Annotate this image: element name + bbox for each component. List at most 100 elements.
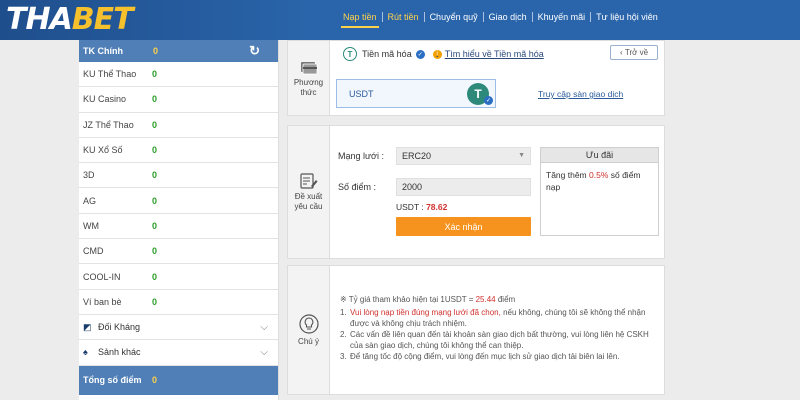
balance-row: KU Thể Thao 0 xyxy=(79,62,278,88)
balance-value: 0 xyxy=(152,170,158,181)
balance-row: COOL-IN 0 xyxy=(79,264,278,290)
balance-row: Ví ban bè 0 xyxy=(79,290,278,315)
note-text: Để tăng tốc độ cộng điểm, vui lòng đến m… xyxy=(350,351,620,362)
balance-row: KU Xổ Số 0 xyxy=(79,138,278,164)
notes-panel: Chú ý ※ Tỷ giá tham khảo hiện tại 1USDT … xyxy=(287,265,665,395)
balance-row: KU Casino 0 xyxy=(79,87,278,113)
balance-row: JZ Thể Thao 0 xyxy=(79,113,278,138)
balance-value: 0 xyxy=(152,145,158,156)
note-number: 1. xyxy=(340,308,347,317)
balance-label: COOL-IN xyxy=(83,271,121,282)
nav-withdraw[interactable]: Rút tiền xyxy=(383,12,425,22)
verified-icon: ✓ xyxy=(415,49,425,59)
thabet-logo[interactable]: THA BET xyxy=(6,1,134,37)
nav-member-info[interactable]: Tư liệu hội viên xyxy=(591,12,663,22)
selected-check-icon: ✓ xyxy=(484,96,493,105)
exchange-link[interactable]: Truy cập sàn giao dịch xyxy=(538,89,623,99)
request-side: Đề xuất yêu cầu xyxy=(288,126,330,258)
network-select-value: ERC20 xyxy=(402,151,432,161)
versus-group-toggle[interactable]: ◩ Đối Kháng ⌵ xyxy=(79,315,278,341)
promo-percent: 0.5% xyxy=(589,170,609,180)
tether-small-icon: T xyxy=(343,47,357,61)
balance-label: KU Thể Thao xyxy=(83,69,137,80)
back-label: Trở về xyxy=(624,48,649,57)
logo-text-main: THA xyxy=(6,1,73,37)
exchange-rate-note: ※ Tỷ giá tham khảo hiện tại 1USDT = 25.4… xyxy=(340,294,658,305)
balance-label: KU Xổ Số xyxy=(83,145,123,156)
promo-box: Ưu đãi Tăng thêm 0.5% số điểm nạp xyxy=(540,147,659,236)
other-halls-label: Sảnh khác xyxy=(98,347,141,358)
nav-deposit[interactable]: Nạp tiền xyxy=(338,12,383,28)
nav-transfer[interactable]: Chuyển quỹ xyxy=(425,12,484,22)
learn-crypto-link[interactable]: i Tìm hiểu về Tiền mã hóa xyxy=(432,49,544,59)
usdt-option-label: USDT xyxy=(349,88,374,99)
nav-transactions[interactable]: Giao dịch xyxy=(484,12,533,22)
balance-value: 0 xyxy=(152,220,158,231)
rate-text-pre: ※ Tỷ giá tham khảo hiện tại 1USDT = xyxy=(340,295,476,304)
other-halls-toggle[interactable]: ♠ Sảnh khác ⌵ xyxy=(79,340,278,366)
usdt-option-card[interactable]: USDT T ✓ xyxy=(336,79,496,108)
chevron-down-icon: ⌵ xyxy=(260,346,268,358)
points-input[interactable] xyxy=(396,178,531,196)
refresh-icon[interactable]: ↻ xyxy=(249,43,260,59)
edit-form-icon xyxy=(299,172,317,189)
balance-label: WM xyxy=(83,220,99,231)
main-account-value: 0 xyxy=(153,46,159,56)
network-select[interactable]: ERC20 ▼ xyxy=(396,147,531,165)
points-label: Số điểm : xyxy=(338,182,377,192)
balance-label: Ví ban bè xyxy=(83,296,122,307)
balance-value: 0 xyxy=(152,271,158,282)
usdt-conversion-amount: 78.62 xyxy=(426,202,448,212)
request-side-label: Đề xuất yêu cầu xyxy=(294,191,323,211)
spade-icon: ♠ xyxy=(83,347,88,358)
versus-group-label: Đối Kháng xyxy=(98,322,141,333)
note-warning: Vui lòng nạp tiền đúng mạng lưới đã chọn… xyxy=(350,308,501,317)
note-text: Các vấn đề liên quan đến tài khoản sàn g… xyxy=(350,329,658,351)
notes-list: ※ Tỷ giá tham khảo hiện tại 1USDT = 25.4… xyxy=(340,294,658,362)
logo-text-accent: BET xyxy=(71,1,134,37)
note-body: Các vấn đề liên quan đến tài khoản sàn g… xyxy=(350,330,649,350)
balance-row: 3D 0 xyxy=(79,163,278,189)
main-account-label: TK Chính xyxy=(83,46,123,56)
balance-row: CMD 0 xyxy=(79,239,278,265)
balance-value: 0 xyxy=(152,246,158,257)
total-points-label: Tổng số điểm xyxy=(83,375,142,386)
note-item: 2. Các vấn đề liên quan đến tài khoản sà… xyxy=(340,329,658,351)
total-points-value: 0 xyxy=(152,375,158,386)
balance-sidebar: TK Chính 0 ↻ KU Thể Thao 0 KU Casino 0 JZ … xyxy=(79,40,279,400)
note-body: Để tăng tốc độ cộng điểm, vui lòng đến m… xyxy=(350,352,620,361)
total-points-row: Tổng số điểm 0 xyxy=(79,365,278,395)
confirm-button[interactable]: Xác nhận xyxy=(396,217,531,236)
network-label: Mạng lưới : xyxy=(338,151,384,161)
notes-side: Chú ý xyxy=(288,266,330,394)
note-item: 3. Để tăng tốc độ cộng điểm, vui lòng đế… xyxy=(340,351,658,362)
lightbulb-icon xyxy=(298,313,319,334)
note-item: 1. Vui lòng nạp tiền đúng mạng lưới đã c… xyxy=(340,307,658,329)
note-number: 2. xyxy=(340,330,347,339)
info-icon: i xyxy=(432,49,442,59)
balance-value: 0 xyxy=(152,195,158,206)
promo-text: Tăng thêm 0.5% số điểm nạp xyxy=(541,163,658,199)
rate-value: 25.44 xyxy=(475,295,496,304)
balance-row: AG 0 xyxy=(79,188,278,214)
note-text: Vui lòng nạp tiền đúng mạng lưới đã chọn… xyxy=(350,307,658,329)
back-button[interactable]: ‹ Trở về xyxy=(610,45,658,60)
usdt-conversion: USDT : 78.62 xyxy=(396,202,447,212)
balance-label: 3D xyxy=(83,170,95,181)
balance-row: WM 0 xyxy=(79,214,278,240)
card-icon xyxy=(300,61,317,74)
chevron-down-icon: ⌵ xyxy=(260,321,268,333)
note-number: 3. xyxy=(340,352,347,361)
main-account-row: TK Chính 0 ↻ xyxy=(79,40,278,62)
method-title-row: T Tiền mã hóa ✓ i Tìm hiểu về Tiền mã hó… xyxy=(343,47,544,61)
versus-icon: ◩ xyxy=(83,321,92,332)
notes-side-label: Chú ý xyxy=(298,336,319,346)
main-nav: Nạp tiền Rút tiền Chuyển quỹ Giao dịch K… xyxy=(338,12,663,28)
payment-method-side-label: Phương thức xyxy=(293,77,324,97)
nav-promotions[interactable]: Khuyến mãi xyxy=(533,12,592,22)
balance-value: 0 xyxy=(152,119,158,130)
payment-method-panel: Phương thức T Tiền mã hóa ✓ i Tìm hiểu v… xyxy=(287,40,665,116)
method-title: Tiền mã hóa xyxy=(362,49,412,59)
promo-text-pre: Tăng thêm xyxy=(546,170,589,180)
learn-crypto-label: Tìm hiểu về Tiền mã hóa xyxy=(444,49,544,59)
